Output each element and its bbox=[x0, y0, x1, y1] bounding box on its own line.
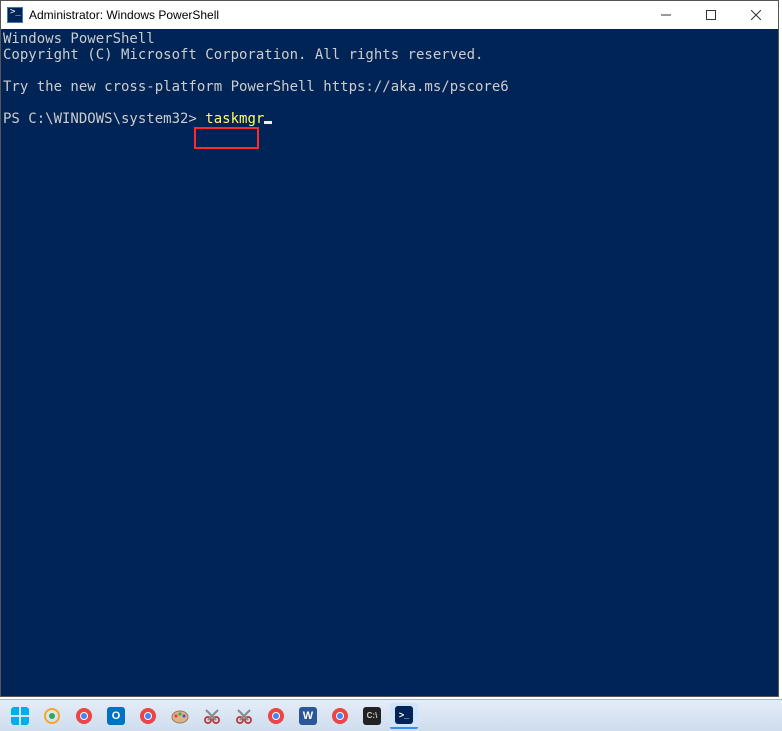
terminal-banner-line2: Copyright (C) Microsoft Corporation. All… bbox=[3, 47, 483, 63]
window-controls bbox=[643, 1, 778, 29]
taskbar-chrome2-icon[interactable] bbox=[134, 703, 162, 729]
taskbar[interactable]: O W C:\ >_ bbox=[0, 699, 782, 731]
taskbar-chrome-icon[interactable] bbox=[70, 703, 98, 729]
powershell-window: Administrator: Windows PowerShell Window… bbox=[0, 0, 779, 697]
taskbar-meet-icon[interactable] bbox=[38, 703, 66, 729]
minimize-button[interactable] bbox=[643, 1, 688, 29]
cursor-icon bbox=[264, 121, 272, 124]
terminal-prompt: PS C:\WINDOWS\system32> bbox=[3, 111, 205, 127]
taskbar-outlook-icon[interactable]: O bbox=[102, 703, 130, 729]
taskbar-start-button[interactable] bbox=[6, 703, 34, 729]
taskbar-powershell-icon[interactable]: >_ bbox=[390, 703, 418, 729]
taskbar-paint-icon[interactable] bbox=[166, 703, 194, 729]
terminal-banner-line1: Windows PowerShell bbox=[3, 31, 155, 47]
titlebar[interactable]: Administrator: Windows PowerShell bbox=[1, 1, 778, 29]
taskbar-cmd-icon[interactable]: C:\ bbox=[358, 703, 386, 729]
taskbar-snip2-icon[interactable] bbox=[230, 703, 258, 729]
maximize-button[interactable] bbox=[688, 1, 733, 29]
terminal-command: taskmgr bbox=[205, 111, 264, 127]
taskbar-snip-icon[interactable] bbox=[198, 703, 226, 729]
annotation-highlight-box bbox=[194, 127, 259, 149]
taskbar-chrome3-icon[interactable] bbox=[262, 703, 290, 729]
close-button[interactable] bbox=[733, 1, 778, 29]
terminal-area[interactable]: Windows PowerShell Copyright (C) Microso… bbox=[1, 29, 778, 696]
terminal-banner-line3: Try the new cross-platform PowerShell ht… bbox=[3, 79, 509, 95]
powershell-icon bbox=[7, 7, 23, 23]
window-title: Administrator: Windows PowerShell bbox=[29, 8, 219, 22]
taskbar-chrome4-icon[interactable] bbox=[326, 703, 354, 729]
taskbar-word-icon[interactable]: W bbox=[294, 703, 322, 729]
